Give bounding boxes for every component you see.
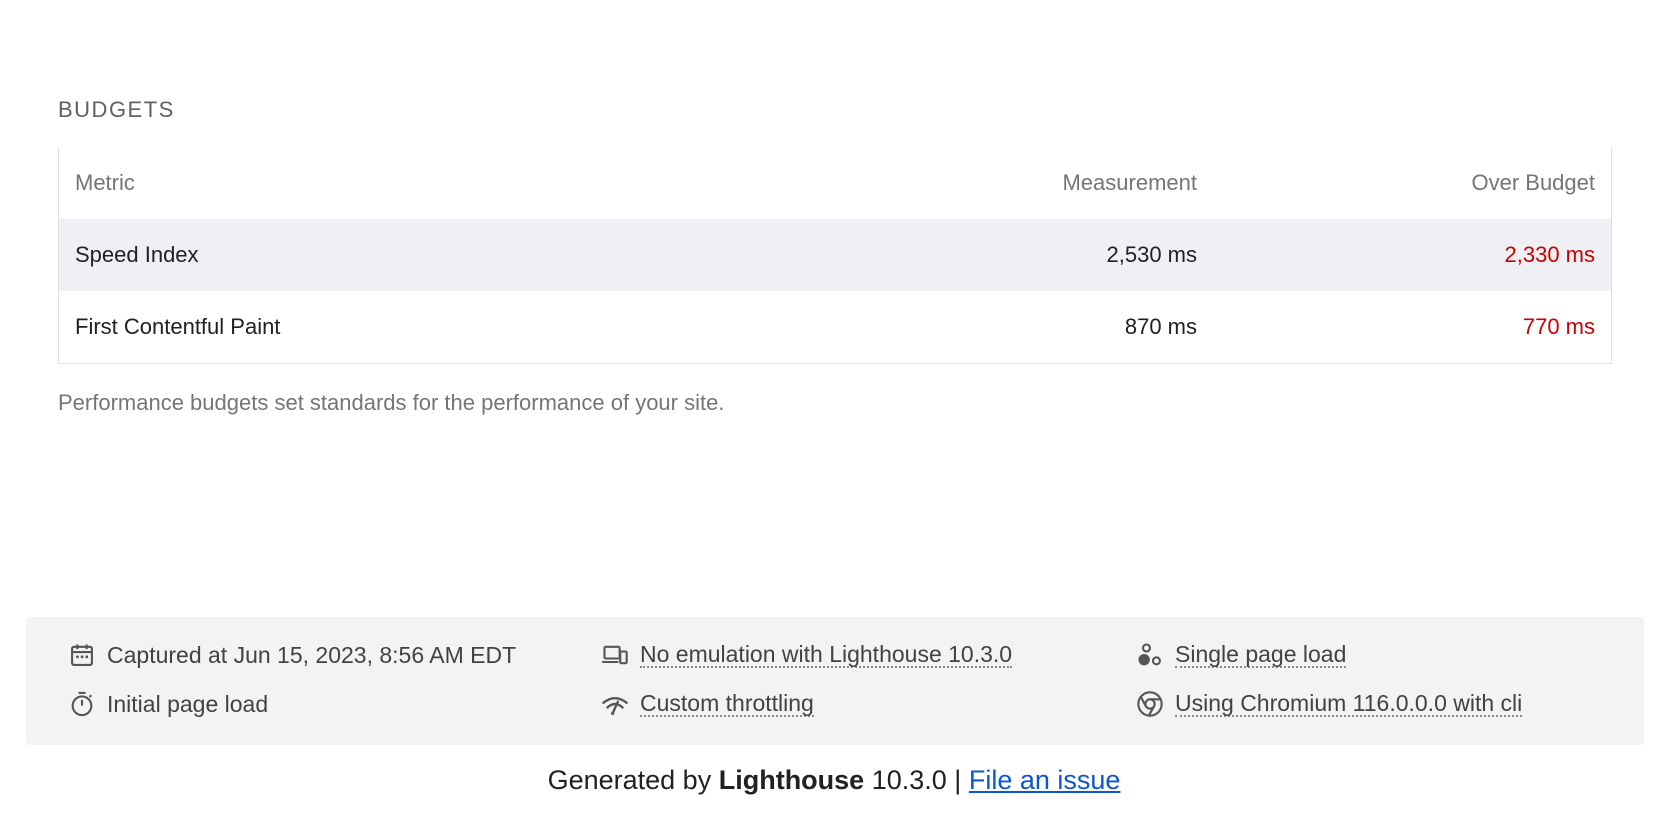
over-budget-value: 2,330 ms bbox=[1213, 219, 1612, 291]
metric-name: Speed Index bbox=[58, 219, 791, 291]
captured-at-text: Captured at Jun 15, 2023, 8:56 AM EDT bbox=[107, 641, 517, 668]
signal-icon bbox=[601, 690, 629, 718]
budgets-description: Performance budgets set standards for th… bbox=[58, 390, 725, 415]
column-header-metric: Metric bbox=[75, 170, 135, 195]
report-footer: Generated by Lighthouse 10.3.0 | File an… bbox=[0, 765, 1668, 796]
stopwatch-icon bbox=[68, 690, 96, 718]
load-type-item[interactable]: Single page load bbox=[1136, 641, 1347, 669]
calendar-icon bbox=[68, 641, 96, 669]
emulation-text[interactable]: No emulation with Lighthouse 10.3.0 bbox=[640, 642, 1013, 669]
initial-load-item: Initial page load bbox=[68, 690, 268, 718]
initial-load-text: Initial page load bbox=[107, 690, 269, 717]
throttling-item[interactable]: Custom throttling bbox=[601, 690, 814, 718]
lighthouse-report: BUDGETS Metric Measurement Over Budget S… bbox=[0, 0, 1668, 832]
measurement-value: 870 ms bbox=[1124, 314, 1197, 339]
budgets-title: BUDGETS bbox=[58, 97, 175, 122]
version-text: 10.3.0 | bbox=[871, 765, 962, 795]
generated-by-text: Generated by bbox=[547, 765, 712, 795]
chromium-icon bbox=[1136, 690, 1164, 718]
table-row: Speed Index 2,530 ms 2,330 ms bbox=[58, 219, 1612, 291]
lighthouse-brand: Lighthouse bbox=[718, 765, 865, 795]
browser-text[interactable]: Using Chromium 116.0.0.0 with cli bbox=[1175, 691, 1523, 718]
table-row: First Contentful Paint 870 ms 770 ms bbox=[59, 291, 1612, 364]
metric-name: First Contentful Paint bbox=[75, 314, 281, 339]
captured-at-item: Captured at Jun 15, 2023, 8:56 AM EDT bbox=[68, 641, 516, 669]
circles-icon bbox=[1136, 641, 1164, 669]
measurement-value: 2,530 ms bbox=[791, 219, 1213, 291]
column-header-measurement: Measurement bbox=[1062, 170, 1197, 195]
column-header-over-budget: Over Budget bbox=[1471, 170, 1595, 195]
runtime-settings: Captured at Jun 15, 2023, 8:56 AM EDT No… bbox=[26, 617, 1644, 745]
throttling-text[interactable]: Custom throttling bbox=[640, 691, 814, 718]
file-issue-link[interactable]: File an issue bbox=[969, 765, 1121, 795]
devices-icon bbox=[601, 641, 629, 669]
budgets-table: Metric Measurement Over Budget Speed Ind… bbox=[58, 147, 1612, 364]
table-header-row: Metric Measurement Over Budget bbox=[59, 147, 1612, 219]
load-type-text[interactable]: Single page load bbox=[1175, 642, 1347, 669]
emulation-item[interactable]: No emulation with Lighthouse 10.3.0 bbox=[601, 641, 1013, 669]
over-budget-value: 770 ms bbox=[1522, 314, 1595, 339]
browser-item[interactable]: Using Chromium 116.0.0.0 with cli bbox=[1136, 690, 1523, 718]
